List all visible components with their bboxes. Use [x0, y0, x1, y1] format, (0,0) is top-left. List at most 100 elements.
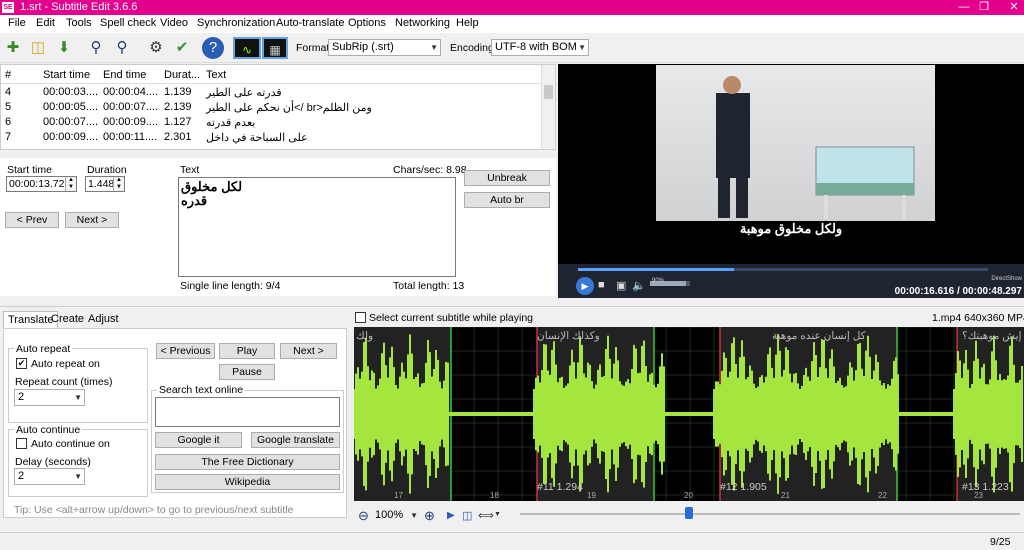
total-length: Total length: 13	[393, 280, 465, 292]
menu-auto-translate[interactable]: Auto-translate	[276, 17, 344, 29]
tick-label: 18	[490, 491, 499, 500]
previous-button[interactable]: < Previous	[156, 343, 215, 359]
volume-icon[interactable]: 🔈	[632, 279, 646, 292]
video-toggle-icon[interactable]: ▦	[262, 37, 288, 59]
scroll-thumb[interactable]	[544, 85, 553, 99]
menu-options[interactable]: Options	[348, 17, 386, 29]
waveform-panel[interactable]: وكذلك الإنسان كل إنسان عنده موهبة إيش مو…	[354, 327, 1024, 501]
tab-adjust[interactable]: Adjust	[84, 311, 123, 327]
new-file-icon[interactable]: ✚	[1, 37, 25, 59]
prev-button[interactable]: < Prev	[5, 212, 59, 228]
repeat-count-select[interactable]: 2 ▼	[14, 389, 85, 406]
select-while-playing-label: Select current subtitle while playing	[369, 312, 534, 324]
search-online-title: Search text online	[157, 384, 246, 396]
play-icon[interactable]: ▶	[576, 277, 594, 295]
video-timecode: 00:00:16.616 / 00:00:48.297	[894, 286, 1022, 297]
video-scene	[716, 76, 915, 219]
video-controls: ▶ ■ ▣ 🔈 90% DirectShow 00:00:16.616 / 00…	[558, 264, 1024, 298]
menu-help[interactable]: Help	[456, 17, 479, 29]
col-start[interactable]: Start time	[43, 69, 90, 81]
row-start: 00:00:09....	[43, 131, 99, 143]
subtitle-marker: #13 1.223	[962, 481, 1009, 493]
free-dictionary-button[interactable]: The Free Dictionary	[155, 454, 340, 470]
find-icon[interactable]: ⚲	[84, 37, 108, 59]
title-bar: SE 1.srt - Subtitle Edit 3.6.6 — ❐ ✕	[0, 0, 1024, 15]
menu-file[interactable]: File	[8, 17, 26, 29]
zoom-in-icon[interactable]: ⊕	[424, 508, 435, 524]
replace-icon[interactable]: ⚲	[110, 37, 134, 59]
menu-networking[interactable]: Networking	[395, 17, 450, 29]
search-text-input[interactable]	[155, 397, 340, 427]
row-duration: 2.139	[164, 101, 192, 113]
video-player[interactable]: ولكل مخلوق موهبة ▶ ■ ▣ 🔈 90% DirectShow …	[558, 64, 1024, 298]
unbreak-button[interactable]: Unbreak	[464, 170, 550, 186]
position-slider-thumb[interactable]	[685, 507, 693, 519]
spin-buttons[interactable]: ▲ ▼	[65, 177, 76, 191]
waveform-trace	[354, 334, 1023, 494]
row-end: 00:00:09....	[103, 116, 159, 128]
select-while-playing-checkbox[interactable]	[355, 312, 366, 323]
help-icon[interactable]: ?	[202, 37, 224, 59]
tip-text: Tip: Use <alt+arrow up/down> to go to pr…	[14, 504, 294, 516]
format-select[interactable]: SubRip (.srt) ▼	[328, 39, 441, 56]
chars-per-sec: Chars/sec: 8.98	[393, 164, 467, 176]
menu-synchronization[interactable]: Synchronization	[197, 17, 275, 29]
menu-tools[interactable]: Tools	[66, 17, 92, 29]
zoom-select[interactable]: 100% ▼	[372, 508, 420, 525]
tab-create[interactable]: Create	[47, 311, 88, 327]
window-title: 1.srt - Subtitle Edit 3.6.6	[20, 1, 138, 13]
wikipedia-button[interactable]: Wikipedia	[155, 474, 340, 490]
table-row[interactable]: 5 00:00:05.... 00:00:07.... 2.139 ومن ال…	[1, 100, 541, 115]
seek-bar[interactable]	[578, 268, 988, 271]
spin-buttons[interactable]: ▲ ▼	[113, 177, 124, 191]
google-translate-button[interactable]: Google translate	[251, 432, 340, 448]
next-button[interactable]: Next >	[65, 212, 119, 228]
waveform-toggle-icon[interactable]: ∿	[233, 37, 261, 59]
row-num: 6	[5, 116, 12, 128]
col-duration[interactable]: Durat...	[164, 69, 200, 81]
row-duration: 2.301	[164, 131, 192, 143]
row-end: 00:00:07....	[103, 101, 159, 113]
chevron-down-icon[interactable]: ▼	[494, 511, 501, 518]
google-it-button[interactable]: Google it	[155, 432, 242, 448]
auto-repeat-checkbox[interactable]: ✔	[16, 358, 27, 369]
table-row[interactable]: 4 00:00:03.... 00:00:04.... 1.139 قدرته …	[1, 85, 541, 100]
play-button[interactable]: Play	[219, 343, 275, 359]
forward-icon[interactable]: ⟺	[478, 509, 494, 522]
table-header: # Start time End time Durat... Text	[1, 65, 541, 84]
table-row[interactable]: 6 00:00:07.... 00:00:09.... 1.127 بعدم ق…	[1, 115, 541, 130]
menu-edit[interactable]: Edit	[36, 17, 55, 29]
fullscreen-icon[interactable]: ▣	[616, 279, 626, 292]
zoom-out-icon[interactable]: ⊖	[358, 508, 369, 524]
col-text[interactable]: Text	[206, 69, 226, 81]
tick-label: 21	[781, 491, 790, 500]
start-time-input[interactable]: 00:00:13.725 ▲ ▼	[6, 176, 77, 192]
auto-br-button[interactable]: Auto br	[464, 192, 550, 208]
menu-spell-check[interactable]: Spell check	[100, 17, 156, 29]
close-button[interactable]: ✕	[994, 0, 1024, 15]
next-translate-button[interactable]: Next >	[280, 343, 337, 359]
position-slider[interactable]	[520, 513, 1020, 515]
open-folder-icon[interactable]: ◫	[26, 37, 50, 59]
duration-input[interactable]: 1.448 ▲ ▼	[85, 176, 125, 192]
table-row[interactable]: 7 00:00:09.... 00:00:11.... 2.301 على ال…	[1, 130, 541, 145]
download-icon[interactable]: ⬇	[52, 37, 76, 59]
auto-continue-checkbox[interactable]	[16, 438, 27, 449]
repeat-count-value: 2	[18, 391, 25, 403]
app-icon: SE	[2, 2, 14, 13]
row-duration: 1.127	[164, 116, 192, 128]
spell-check-icon[interactable]: ✔	[170, 37, 194, 59]
encoding-select[interactable]: UTF-8 with BOM ▼	[491, 39, 589, 56]
split-icon[interactable]: ◫	[462, 509, 472, 522]
row-num: 4	[5, 86, 12, 98]
pause-button[interactable]: Pause	[219, 364, 275, 380]
table-scrollbar[interactable]	[541, 65, 555, 149]
subtitle-text-editor[interactable]: لكل مخلوق قدره	[178, 177, 456, 277]
col-number[interactable]: #	[5, 69, 11, 81]
col-end[interactable]: End time	[103, 69, 146, 81]
visual-sync-icon[interactable]: ⚙	[144, 37, 168, 59]
delay-select[interactable]: 2 ▼	[14, 468, 85, 485]
menu-video[interactable]: Video	[160, 17, 188, 29]
play-selection-icon[interactable]: ▶	[447, 510, 455, 521]
stop-icon[interactable]: ■	[598, 279, 605, 291]
